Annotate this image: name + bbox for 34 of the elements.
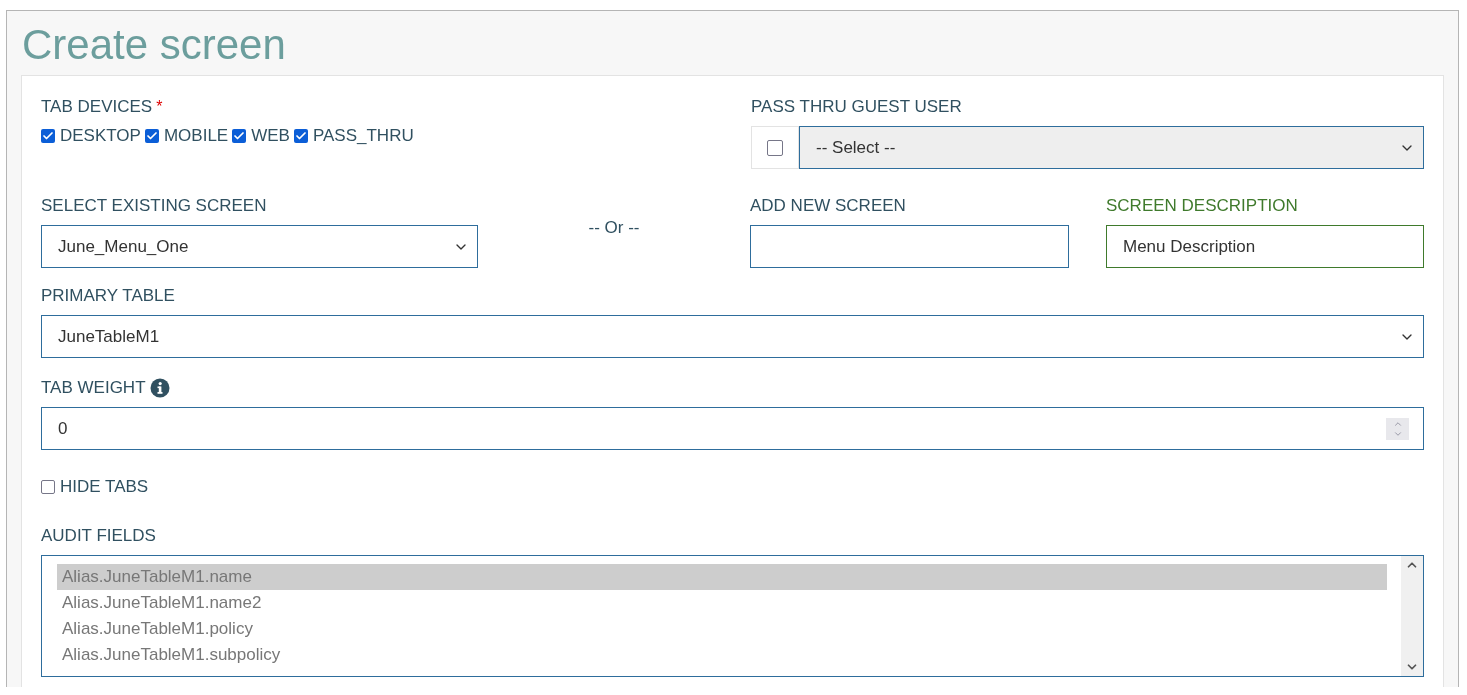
checkbox-label: DESKTOP xyxy=(60,126,141,146)
field-label: PRIMARY TABLE xyxy=(41,285,176,307)
field-label: SCREEN DESCRIPTION xyxy=(1106,195,1299,217)
required-mark: * xyxy=(156,98,163,116)
checkbox[interactable] xyxy=(41,480,55,494)
guest-user-select[interactable]: -- Select -- xyxy=(799,126,1424,169)
description-input[interactable]: Menu Description xyxy=(1106,225,1424,268)
tab-weight-input[interactable]: 0 xyxy=(41,407,1424,450)
info-icon[interactable] xyxy=(149,378,170,398)
scrollbar[interactable] xyxy=(1401,556,1423,676)
field-label: ADD NEW SCREEN xyxy=(750,195,907,217)
new-screen-input[interactable] xyxy=(750,225,1069,268)
list-option[interactable]: Alias.JuneTableM1.subpolicy xyxy=(57,642,1387,668)
or-separator: -- Or -- xyxy=(588,218,640,239)
list-option[interactable]: Alias.JuneTableM1.policy xyxy=(57,616,1387,642)
checkbox[interactable] xyxy=(41,129,55,143)
field-label: TAB DEVICES xyxy=(41,96,153,118)
checkbox-label: MOBILE xyxy=(163,126,229,146)
audit-fields-listbox[interactable]: Alias.JuneTableM1.name Alias.JuneTableM1.name2 Alias.JuneTableM1.policy Alias.JuneTableM1.subpolicy xyxy=(41,555,1424,677)
primary-table-select[interactable]: JuneTableM1 xyxy=(41,315,1424,358)
checkbox[interactable] xyxy=(767,139,783,156)
checkbox[interactable] xyxy=(232,129,247,143)
checkbox-label: HIDE TABS xyxy=(60,477,149,497)
existing-screen-select[interactable]: June_Menu_One xyxy=(41,225,478,268)
field-label: PASS THRU GUEST USER xyxy=(751,96,963,118)
checkbox[interactable] xyxy=(144,129,159,143)
checkbox[interactable] xyxy=(293,129,308,143)
list-option[interactable]: Alias.JuneTableM1.name2 xyxy=(57,590,1387,616)
checkbox-label: PASS_THRU xyxy=(312,126,414,146)
field-label: TAB WEIGHT xyxy=(41,377,146,399)
page-title: Create screen xyxy=(21,20,287,70)
field-label: AUDIT FIELDS xyxy=(41,525,157,547)
checkbox-label: WEB xyxy=(251,126,290,146)
field-label: SELECT EXISTING SCREEN xyxy=(41,195,268,217)
